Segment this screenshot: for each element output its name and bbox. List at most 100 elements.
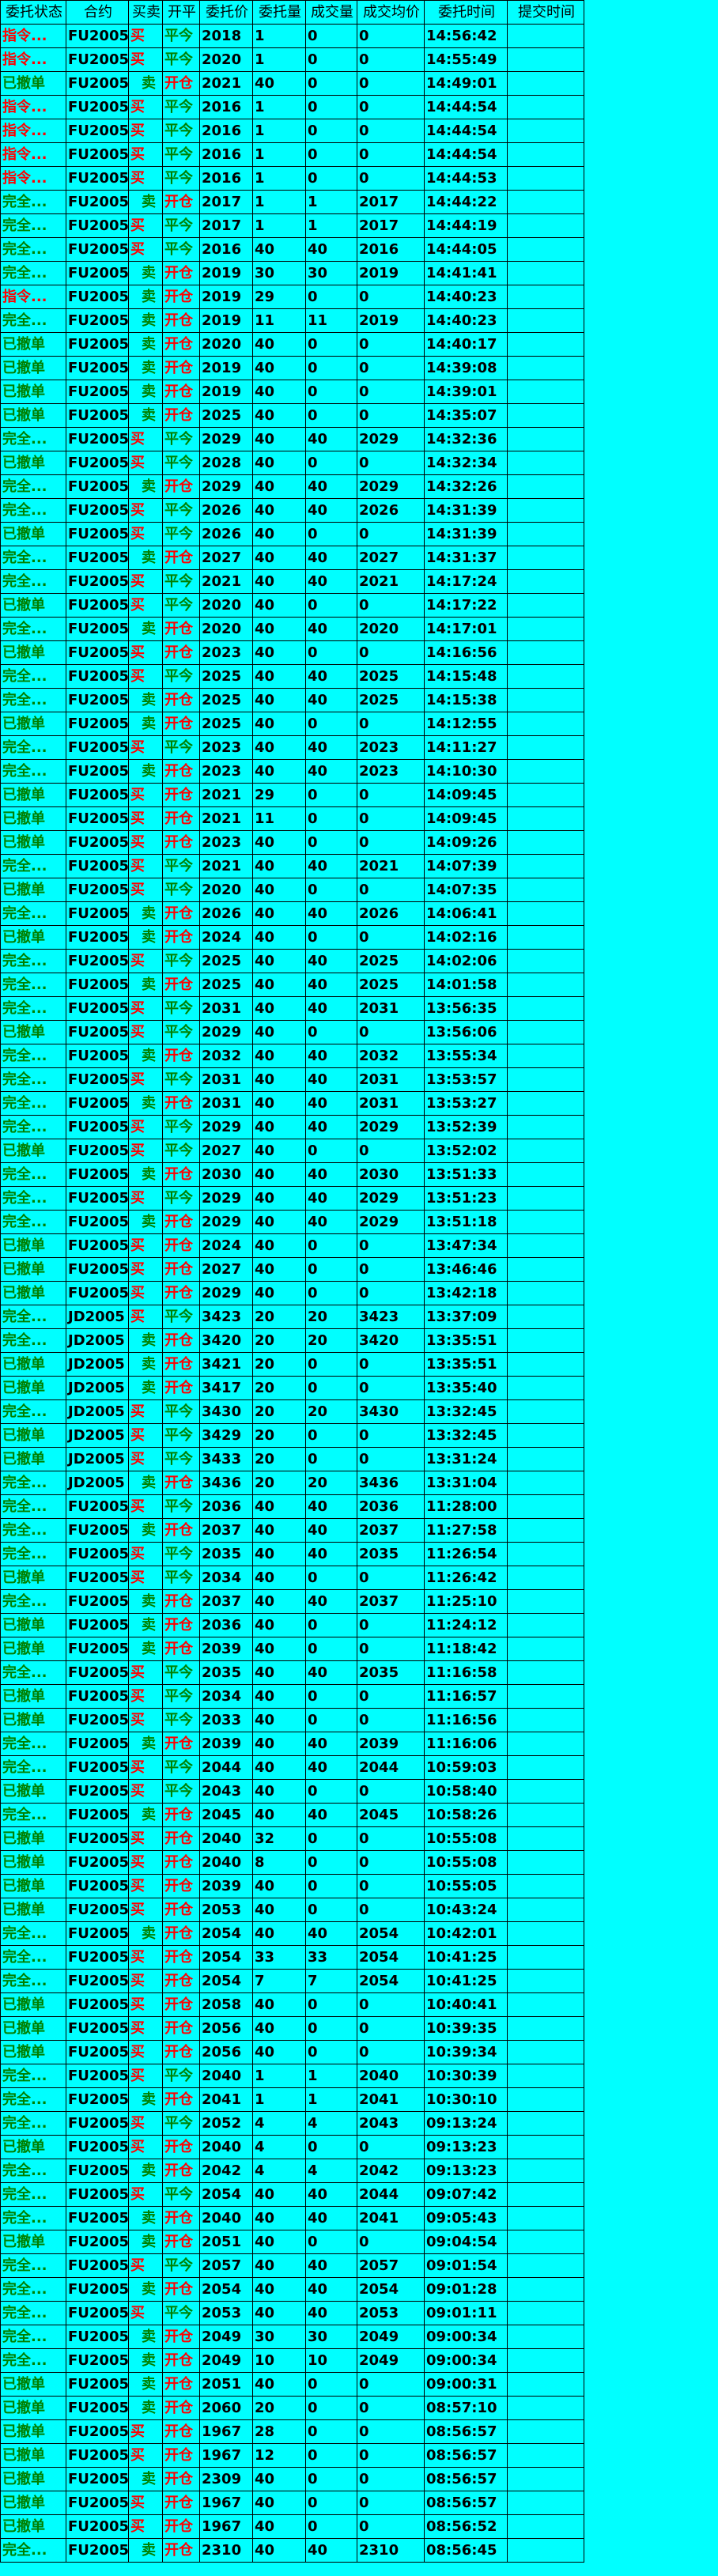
table-row[interactable]: 已撤单 FU2005 买开仓 2056 40 0 0 10:39:34 xyxy=(0,2040,584,2064)
table-row[interactable]: 已撤单 FU2005 买开仓 2029 40 0 0 13:42:18 xyxy=(0,1281,584,1305)
table-row[interactable]: 完全... FU2005 卖开仓 2029 40 40 2029 14:32:26 xyxy=(0,474,584,499)
table-row[interactable]: 完全... FU2005 卖开仓 2030 40 40 2030 13:51:33 xyxy=(0,1162,584,1187)
table-row[interactable]: 已撤单 FU2005 买开仓 2023 40 0 0 14:16:56 xyxy=(0,640,584,665)
table-row[interactable]: 指令... FU2005 买平今 2016 1 0 0 14:44:54 xyxy=(0,95,584,119)
header-order-status[interactable]: 委托状态 xyxy=(0,0,66,25)
table-row[interactable]: 已撤单 FU2005 卖开仓 2039 40 0 0 11:18:42 xyxy=(0,1637,584,1661)
table-row[interactable]: 已撤单 FU2005 买开仓 2058 40 0 0 10:40:41 xyxy=(0,1992,584,2017)
table-row[interactable]: 完全... FU2005 卖开仓 2020 40 40 2020 14:17:01 xyxy=(0,617,584,641)
table-row[interactable]: 已撤单 JD2005 买平今 3433 20 0 0 13:31:24 xyxy=(0,1447,584,1471)
table-row[interactable]: 完全... FU2005 买平今 2031 40 40 2031 13:53:57 xyxy=(0,1067,584,1092)
table-row[interactable]: 完全... FU2005 卖开仓 2037 40 40 2037 11:25:10 xyxy=(0,1589,584,1614)
table-row[interactable]: 已撤单 FU2005 买开仓 1967 40 0 0 08:56:52 xyxy=(0,2514,584,2539)
table-row[interactable]: 完全... FU2005 卖开仓 2049 30 30 2049 09:00:34 xyxy=(0,2325,584,2349)
table-row[interactable]: 完全... FU2005 买平今 2029 40 40 2029 14:32:36 xyxy=(0,427,584,451)
table-row[interactable]: 已撤单 FU2005 买开仓 1967 40 0 0 08:56:57 xyxy=(0,2491,584,2515)
table-row[interactable]: 完全... FU2005 卖开仓 2023 40 40 2023 14:10:30 xyxy=(0,759,584,784)
header-submit-time[interactable]: 提交时间 xyxy=(507,0,584,25)
table-row[interactable]: 完全... FU2005 卖开仓 2025 40 40 2025 14:01:58 xyxy=(0,973,584,997)
table-row[interactable]: 完全... FU2005 买平今 2029 40 40 2029 13:52:39 xyxy=(0,1115,584,1139)
table-row[interactable]: 完全... FU2005 买平今 2035 40 40 2035 11:16:58 xyxy=(0,1660,584,1685)
table-row[interactable]: 指令... FU2005 卖开仓 2019 29 0 0 14:40:23 xyxy=(0,285,584,309)
table-row[interactable]: 完全... FU2005 卖开仓 2040 40 40 2041 09:05:43 xyxy=(0,2206,584,2230)
table-row[interactable]: 已撤单 FU2005 买开仓 2021 11 0 0 14:09:45 xyxy=(0,806,584,831)
header-open-close[interactable]: 开平 xyxy=(162,0,200,25)
table-row[interactable]: 完全... FU2005 买平今 2057 40 40 2057 09:01:54 xyxy=(0,2253,584,2278)
table-row[interactable]: 指令... FU2005 买平今 2016 1 0 0 14:44:54 xyxy=(0,119,584,143)
table-row[interactable]: 已撤单 FU2005 买平今 2029 40 0 0 13:56:06 xyxy=(0,1020,584,1044)
table-row[interactable]: 已撤单 FU2005 卖开仓 2019 40 0 0 14:39:08 xyxy=(0,356,584,380)
table-row[interactable]: 完全... FU2005 卖开仓 2054 40 40 2054 10:42:01 xyxy=(0,1921,584,1946)
table-row[interactable]: 已撤单 FU2005 买开仓 2056 40 0 0 10:39:35 xyxy=(0,2016,584,2041)
table-row[interactable]: 已撤单 FU2005 卖开仓 2025 40 0 0 14:12:55 xyxy=(0,712,584,736)
table-row[interactable]: 完全... FU2005 卖开仓 2037 40 40 2037 11:27:58 xyxy=(0,1518,584,1543)
table-row[interactable]: 指令... FU2005 买平今 2016 1 0 0 14:44:53 xyxy=(0,166,584,191)
table-row[interactable]: 已撤单 FU2005 买平今 2033 40 0 0 11:16:56 xyxy=(0,1708,584,1732)
table-row[interactable]: 完全... FU2005 卖开仓 2054 40 40 2054 09:01:28 xyxy=(0,2277,584,2302)
table-row[interactable]: 已撤单 FU2005 卖开仓 2036 40 0 0 11:24:12 xyxy=(0,1613,584,1637)
table-row[interactable]: 已撤单 FU2005 卖开仓 2019 40 0 0 14:39:01 xyxy=(0,380,584,404)
table-row[interactable]: 已撤单 FU2005 买平今 2026 40 0 0 14:31:39 xyxy=(0,522,584,546)
table-row[interactable]: 完全... FU2005 卖开仓 2026 40 40 2026 14:06:41 xyxy=(0,901,584,926)
table-row[interactable]: 完全... FU2005 买开仓 2054 33 33 2054 10:41:25 xyxy=(0,1945,584,1970)
table-row[interactable]: 完全... FU2005 卖开仓 2310 40 40 2310 08:56:45 xyxy=(0,2538,584,2563)
table-row[interactable]: 完全... FU2005 买平今 2026 40 40 2026 14:31:39 xyxy=(0,498,584,523)
table-row[interactable]: 已撤单 FU2005 买开仓 2024 40 0 0 13:47:34 xyxy=(0,1233,584,1258)
table-row[interactable]: 已撤单 FU2005 买平今 2027 40 0 0 13:52:02 xyxy=(0,1139,584,1163)
table-row[interactable]: 完全... FU2005 卖开仓 2029 40 40 2029 13:51:18 xyxy=(0,1210,584,1234)
table-row[interactable]: 完全... FU2005 买平今 2017 1 1 2017 14:44:19 xyxy=(0,213,584,238)
table-row[interactable]: 完全... JD2005 卖开仓 3420 20 20 3420 13:35:51 xyxy=(0,1328,584,1353)
table-row[interactable]: 已撤单 FU2005 买开仓 2040 8 0 0 10:55:08 xyxy=(0,1850,584,1875)
table-row[interactable]: 已撤单 JD2005 买平今 3429 20 0 0 13:32:45 xyxy=(0,1423,584,1448)
table-row[interactable]: 完全... FU2005 卖开仓 2049 10 10 2049 09:00:34 xyxy=(0,2348,584,2373)
table-row[interactable]: 完全... FU2005 卖开仓 2042 4 4 2042 09:13:23 xyxy=(0,2159,584,2183)
table-row[interactable]: 完全... FU2005 买平今 2016 40 40 2016 14:44:05 xyxy=(0,237,584,262)
table-row[interactable]: 完全... FU2005 卖开仓 2039 40 40 2039 11:16:06 xyxy=(0,1732,584,1756)
table-row[interactable]: 完全... FU2005 买平今 2029 40 40 2029 13:51:23 xyxy=(0,1186,584,1211)
table-row[interactable]: 已撤单 FU2005 卖开仓 2024 40 0 0 14:02:16 xyxy=(0,925,584,950)
header-avg-fill-price[interactable]: 成交均价 xyxy=(357,0,425,25)
table-row[interactable]: 完全... FU2005 买平今 2021 40 40 2021 14:17:24 xyxy=(0,569,584,594)
table-row[interactable]: 完全... FU2005 卖开仓 2032 40 40 2032 13:55:34 xyxy=(0,1044,584,1068)
table-row[interactable]: 已撤单 FU2005 买开仓 2053 40 0 0 10:43:24 xyxy=(0,1898,584,1922)
table-row[interactable]: 完全... FU2005 买平今 2036 40 40 2036 11:28:00 xyxy=(0,1494,584,1519)
header-order-qty[interactable]: 委托量 xyxy=(252,0,306,25)
table-row[interactable]: 完全... FU2005 买平今 2044 40 40 2044 10:59:03 xyxy=(0,1755,584,1780)
table-row[interactable]: 完全... FU2005 卖开仓 2019 30 30 2019 14:41:41 xyxy=(0,261,584,285)
table-row[interactable]: 已撤单 FU2005 买平今 2034 40 0 0 11:16:57 xyxy=(0,1684,584,1709)
table-row[interactable]: 已撤单 FU2005 买开仓 2027 40 0 0 13:46:46 xyxy=(0,1257,584,1282)
table-row[interactable]: 已撤单 FU2005 卖开仓 2060 20 0 0 08:57:10 xyxy=(0,2396,584,2420)
table-row[interactable]: 指令... FU2005 买平今 2016 1 0 0 14:44:54 xyxy=(0,142,584,167)
table-row[interactable]: 完全... FU2005 卖开仓 2045 40 40 2045 10:58:26 xyxy=(0,1803,584,1827)
table-row[interactable]: 已撤单 JD2005 卖开仓 3417 20 0 0 13:35:40 xyxy=(0,1376,584,1400)
table-row[interactable]: 已撤单 FU2005 买平今 2034 40 0 0 11:26:42 xyxy=(0,1566,584,1590)
header-order-time[interactable]: 委托时间 xyxy=(424,0,508,25)
table-row[interactable]: 完全... FU2005 买平今 2021 40 40 2021 14:07:39 xyxy=(0,854,584,878)
table-row[interactable]: 已撤单 FU2005 买开仓 1967 12 0 0 08:56:57 xyxy=(0,2443,584,2468)
table-row[interactable]: 完全... FU2005 买平今 2040 1 1 2040 10:30:39 xyxy=(0,2064,584,2088)
table-row[interactable]: 完全... FU2005 买平今 2053 40 40 2053 09:01:11 xyxy=(0,2301,584,2325)
table-row[interactable]: 已撤单 FU2005 买平今 2020 40 0 0 14:07:35 xyxy=(0,878,584,902)
header-filled-qty[interactable]: 成交量 xyxy=(305,0,357,25)
table-row[interactable]: 已撤单 FU2005 买平今 2028 40 0 0 14:32:34 xyxy=(0,451,584,475)
header-buy-sell[interactable]: 买卖 xyxy=(128,0,163,25)
table-row[interactable]: 已撤单 FU2005 卖开仓 2309 40 0 0 08:56:57 xyxy=(0,2467,584,2491)
table-row[interactable]: 完全... FU2005 卖开仓 2031 40 40 2031 13:53:27 xyxy=(0,1091,584,1116)
table-row[interactable]: 完全... FU2005 买平今 2025 40 40 2025 14:02:06 xyxy=(0,949,584,973)
table-row[interactable]: 已撤单 FU2005 买开仓 1967 28 0 0 08:56:57 xyxy=(0,2419,584,2444)
table-row[interactable]: 完全... FU2005 买开仓 2054 7 7 2054 10:41:25 xyxy=(0,1969,584,1993)
table-row[interactable]: 已撤单 FU2005 买开仓 2039 40 0 0 10:55:05 xyxy=(0,1874,584,1898)
table-row[interactable]: 完全... FU2005 卖开仓 2017 1 1 2017 14:44:22 xyxy=(0,190,584,214)
table-row[interactable]: 已撤单 FU2005 卖开仓 2051 40 0 0 09:04:54 xyxy=(0,2230,584,2254)
table-row[interactable]: 已撤单 FU2005 卖开仓 2025 40 0 0 14:35:07 xyxy=(0,403,584,428)
table-row[interactable]: 已撤单 FU2005 买开仓 2040 32 0 0 10:55:08 xyxy=(0,1826,584,1851)
table-row[interactable]: 已撤单 FU2005 卖开仓 2020 40 0 0 14:40:17 xyxy=(0,332,584,357)
header-order-price[interactable]: 委托价 xyxy=(199,0,253,25)
table-row[interactable]: 完全... FU2005 买平今 2025 40 40 2025 14:15:48 xyxy=(0,664,584,689)
header-contract[interactable]: 合约 xyxy=(66,0,129,25)
table-row[interactable]: 完全... JD2005 卖开仓 3436 20 20 3436 13:31:04 xyxy=(0,1471,584,1495)
table-row[interactable]: 完全... JD2005 买平今 3430 20 20 3430 13:32:45 xyxy=(0,1399,584,1424)
table-row[interactable]: 完全... FU2005 卖开仓 2027 40 40 2027 14:31:37 xyxy=(0,546,584,570)
table-row[interactable]: 已撤单 FU2005 买开仓 2040 4 0 0 09:13:23 xyxy=(0,2135,584,2159)
table-row[interactable]: 指令... FU2005 买平今 2018 1 0 0 14:56:42 xyxy=(0,24,584,48)
